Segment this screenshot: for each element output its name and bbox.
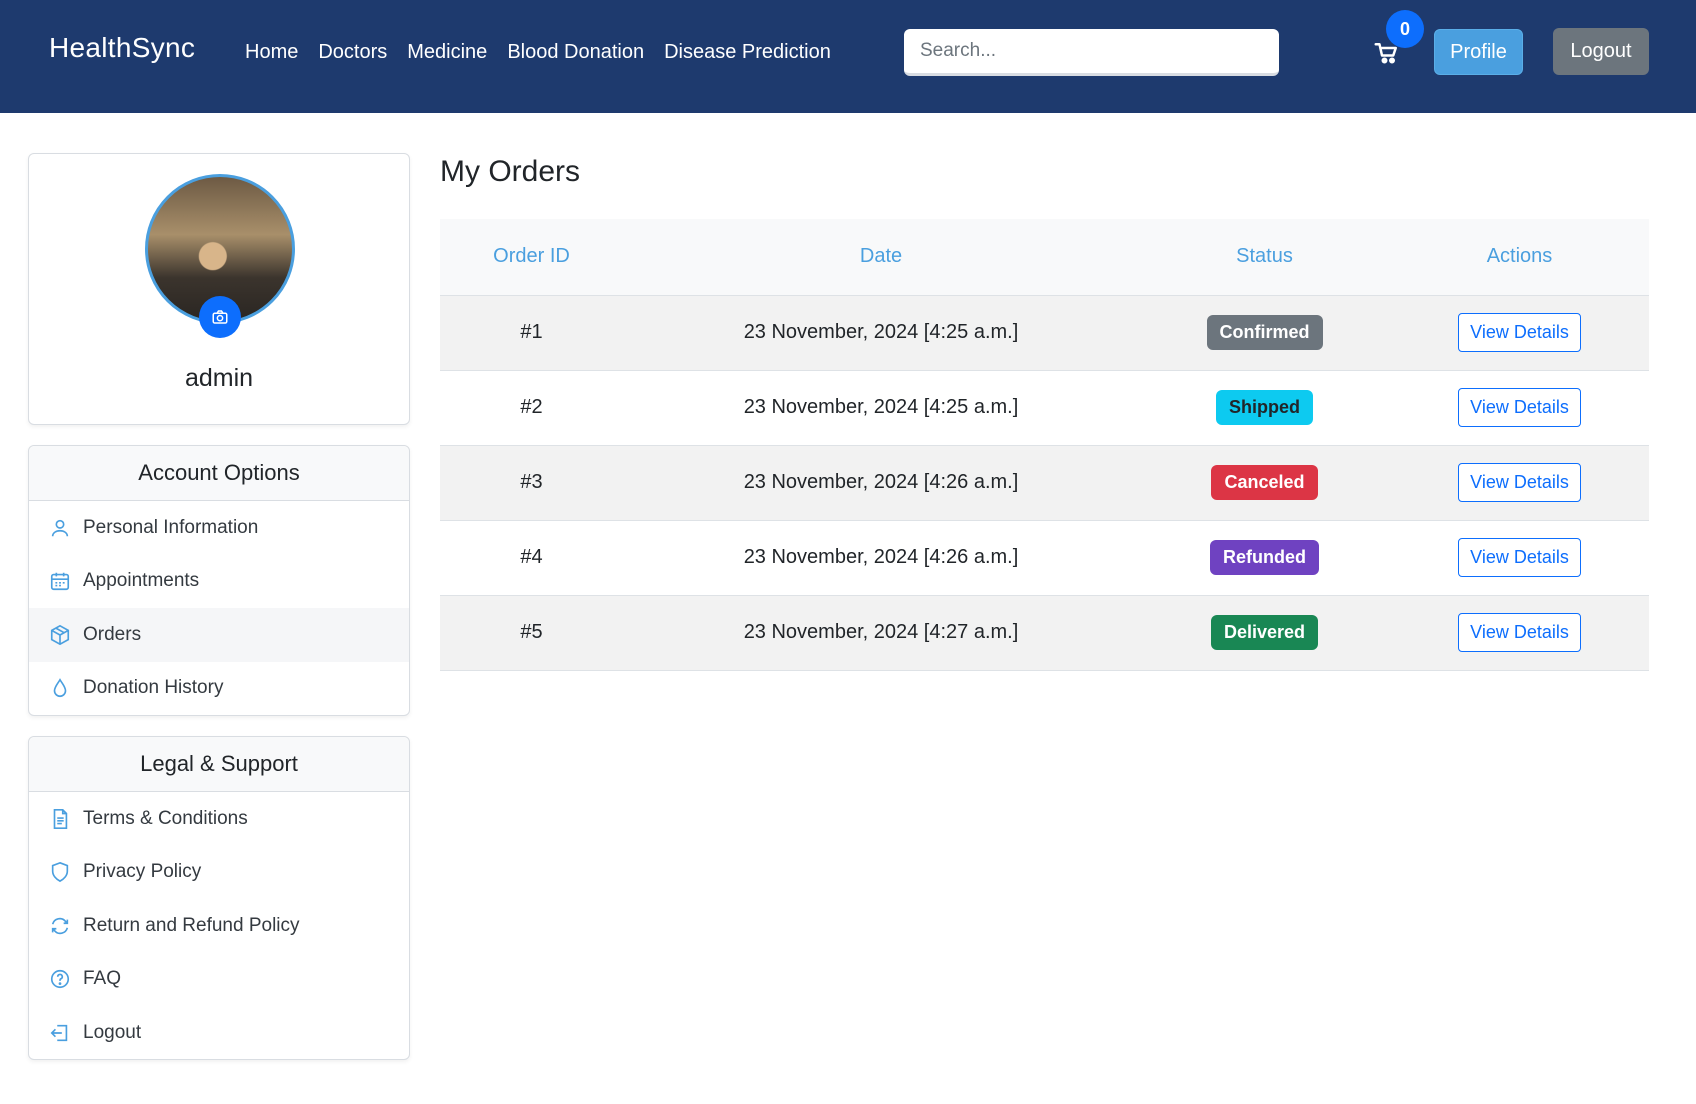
order-date: 23 November, 2024 [4:25 a.m.] (623, 295, 1139, 371)
view-details-button[interactable]: View Details (1458, 313, 1581, 352)
table-row: #4 23 November, 2024 [4:26 a.m.] Refunde… (440, 520, 1649, 596)
menu-item-logout[interactable]: Logout (29, 1006, 409, 1060)
orders-table: Order ID Date Status Actions #1 23 Novem… (440, 219, 1649, 671)
order-date: 23 November, 2024 [4:26 a.m.] (623, 445, 1139, 521)
page-title: My Orders (440, 155, 581, 188)
table-header-row: Order ID Date Status Actions (440, 219, 1649, 296)
column-header-status: Status (1139, 219, 1390, 296)
nav-links: Home Doctors Medicine Blood Donation Dis… (245, 41, 831, 64)
nav-link-disease-prediction[interactable]: Disease Prediction (664, 41, 831, 64)
menu-item-label: Logout (83, 1021, 142, 1043)
change-photo-button[interactable] (199, 296, 241, 338)
column-header-actions: Actions (1390, 219, 1649, 296)
nav-link-home[interactable]: Home (245, 41, 298, 64)
camera-icon (212, 310, 228, 324)
order-id: #4 (440, 520, 623, 596)
nav-link-medicine[interactable]: Medicine (407, 41, 487, 64)
search-input[interactable] (904, 29, 1279, 76)
table-row: #2 23 November, 2024 [4:25 a.m.] Shipped… (440, 370, 1649, 446)
profile-username: admin (184, 364, 254, 392)
refresh-icon (51, 917, 69, 934)
calendar-icon (50, 573, 70, 591)
menu-item-label: FAQ (83, 968, 122, 990)
order-date: 23 November, 2024 [4:27 a.m.] (623, 595, 1139, 671)
table-row: #1 23 November, 2024 [4:25 a.m.] Confirm… (440, 295, 1649, 371)
menu-item-appointments[interactable]: Appointments (29, 555, 409, 609)
profile-card: admin (28, 153, 410, 425)
menu-item-return-refund-policy[interactable]: Return and Refund Policy (29, 899, 409, 953)
order-date: 23 November, 2024 [4:25 a.m.] (623, 370, 1139, 446)
status-badge: Delivered (1210, 615, 1319, 650)
table-row: #5 23 November, 2024 [4:27 a.m.] Deliver… (440, 595, 1649, 671)
document-icon (53, 808, 68, 829)
account-options-card: Account Options Personal Information App… (28, 445, 410, 716)
order-id: #5 (440, 595, 623, 671)
legal-support-title: Legal & Support (29, 737, 409, 792)
shield-icon (51, 862, 69, 883)
order-id: #2 (440, 370, 623, 446)
status-badge: Refunded (1210, 540, 1319, 575)
nav-link-doctors[interactable]: Doctors (318, 41, 387, 64)
menu-item-label: Orders (83, 623, 142, 645)
view-details-button[interactable]: View Details (1458, 613, 1581, 652)
view-details-button[interactable]: View Details (1458, 463, 1581, 502)
menu-item-label: Terms & Conditions (83, 807, 248, 829)
column-header-date: Date (623, 219, 1139, 296)
menu-item-label: Return and Refund Policy (83, 914, 300, 936)
brand-logo[interactable]: HealthSync (49, 32, 195, 64)
legal-support-card: Legal & Support Terms & Conditions Priva… (28, 736, 410, 1060)
menu-item-personal-information[interactable]: Personal Information (29, 501, 409, 555)
profile-button[interactable]: Profile (1434, 29, 1523, 75)
menu-item-privacy-policy[interactable]: Privacy Policy (29, 846, 409, 900)
order-date: 23 November, 2024 [4:26 a.m.] (623, 520, 1139, 596)
menu-item-label: Privacy Policy (83, 861, 202, 883)
account-options-title: Account Options (29, 446, 409, 501)
view-details-button[interactable]: View Details (1458, 388, 1581, 427)
menu-item-terms-conditions[interactable]: Terms & Conditions (29, 792, 409, 846)
question-icon (50, 970, 70, 989)
nav-link-blood-donation[interactable]: Blood Donation (507, 41, 644, 64)
column-header-order-id: Order ID (440, 219, 623, 296)
menu-item-orders[interactable]: Orders (29, 608, 409, 662)
menu-item-label: Personal Information (83, 516, 259, 538)
logout-icon (50, 1024, 68, 1041)
status-badge: Canceled (1211, 465, 1318, 500)
cart-count-badge: 0 (1386, 10, 1424, 48)
view-details-button[interactable]: View Details (1458, 538, 1581, 577)
status-badge: Confirmed (1206, 315, 1323, 350)
order-id: #1 (440, 295, 623, 371)
logout-button[interactable]: Logout (1553, 28, 1649, 75)
box-icon (50, 624, 70, 645)
menu-item-faq[interactable]: FAQ (29, 953, 409, 1007)
navbar: HealthSync Home Doctors Medicine Blood D… (0, 0, 1696, 113)
table-row: #3 23 November, 2024 [4:26 a.m.] Cancele… (440, 445, 1649, 521)
menu-item-donation-history[interactable]: Donation History (29, 662, 409, 716)
droplet-icon (53, 678, 67, 698)
menu-item-label: Appointments (83, 570, 200, 592)
order-id: #3 (440, 445, 623, 521)
menu-item-label: Donation History (83, 677, 224, 699)
person-icon (51, 519, 69, 537)
status-badge: Shipped (1216, 390, 1313, 425)
